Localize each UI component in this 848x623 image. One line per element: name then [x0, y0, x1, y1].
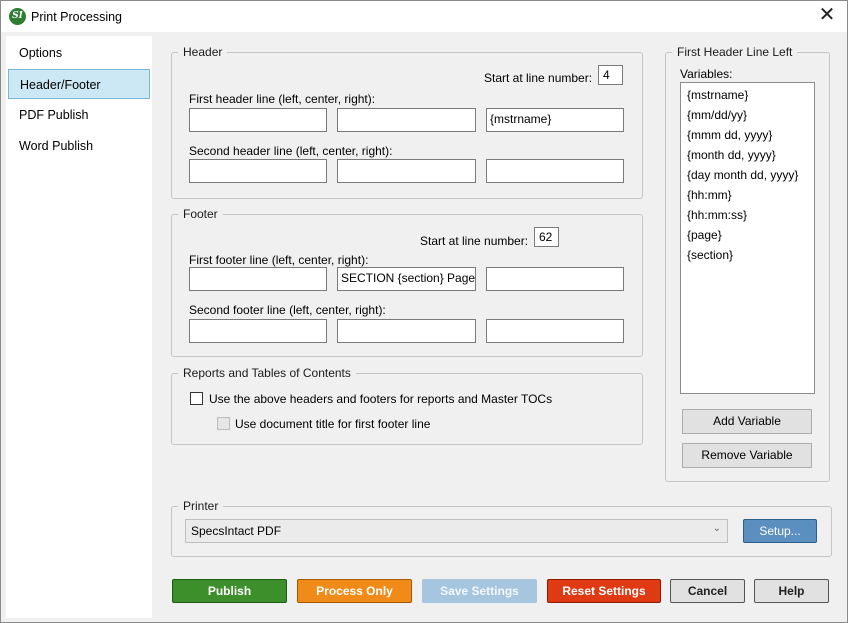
remove-variable-button[interactable]: Remove Variable — [682, 443, 812, 468]
first-header-center-input[interactable] — [337, 108, 476, 132]
second-footer-line-label: Second footer line (left, center, right)… — [189, 303, 386, 317]
window-title: Print Processing — [31, 10, 123, 24]
footer-start-label: Start at line number: — [420, 234, 529, 248]
reset-settings-button[interactable]: Reset Settings — [547, 579, 661, 603]
list-item[interactable]: {hh:mm:ss} — [687, 208, 747, 222]
process-only-button[interactable]: Process Only — [297, 579, 412, 603]
second-footer-right-input[interactable] — [486, 319, 624, 343]
title-bar: SI Print Processing ✕ — [1, 1, 847, 32]
header-start-line-input[interactable]: 4 — [598, 65, 623, 85]
sidebar-item-options[interactable]: Options — [8, 38, 150, 68]
printer-select[interactable]: SpecsIntact PDF ⌄ — [185, 519, 728, 543]
footer-legend: Footer — [183, 207, 218, 221]
second-footer-center-input[interactable] — [337, 319, 476, 343]
cancel-button[interactable]: Cancel — [670, 579, 745, 603]
printer-selected-value: SpecsIntact PDF — [191, 524, 282, 538]
first-footer-line-label: First footer line (left, center, right): — [189, 253, 369, 267]
add-variable-button[interactable]: Add Variable — [682, 409, 812, 434]
list-item[interactable]: {day month dd, yyyy} — [687, 168, 798, 182]
footer-start-line-input[interactable]: 62 — [534, 227, 559, 247]
second-header-right-input[interactable] — [486, 159, 624, 183]
help-button[interactable]: Help — [754, 579, 829, 603]
list-item[interactable]: {page} — [687, 228, 722, 242]
print-processing-window: SI Print Processing ✕ Options Header/Foo… — [0, 0, 848, 623]
use-doc-title-label: Use document title for first footer line — [235, 417, 431, 431]
first-footer-left-input[interactable] — [189, 267, 327, 291]
app-logo-icon: SI — [9, 8, 26, 25]
variables-panel-legend: First Header Line Left — [677, 45, 793, 59]
use-headers-checkbox[interactable] — [190, 392, 203, 405]
use-doc-title-checkbox[interactable] — [217, 417, 230, 430]
header-legend: Header — [183, 45, 223, 59]
second-header-line-label: Second header line (left, center, right)… — [189, 144, 393, 158]
use-headers-label: Use the above headers and footers for re… — [209, 392, 553, 406]
first-header-right-input[interactable]: {mstrname} — [486, 108, 624, 132]
save-settings-button[interactable]: Save Settings — [422, 579, 537, 603]
first-header-left-input[interactable] — [189, 108, 327, 132]
list-item[interactable]: {mm/dd/yy} — [687, 108, 747, 122]
sidebar-item-word-publish[interactable]: Word Publish — [8, 131, 150, 161]
printer-legend: Printer — [183, 499, 219, 513]
close-button[interactable]: ✕ — [807, 1, 847, 32]
reports-toc-legend: Reports and Tables of Contents — [183, 366, 351, 380]
sidebar-item-header-footer[interactable]: Header/Footer — [8, 69, 150, 99]
list-item[interactable]: {month dd, yyyy} — [687, 148, 776, 162]
variables-label: Variables: — [680, 67, 733, 81]
publish-button[interactable]: Publish — [172, 579, 287, 603]
variables-list[interactable]: {mstrname} {mm/dd/yy} {mmm dd, yyyy} {mo… — [680, 82, 815, 394]
first-footer-right-input[interactable] — [486, 267, 624, 291]
chevron-down-icon: ⌄ — [712, 523, 721, 534]
list-item[interactable]: {section} — [687, 248, 733, 262]
first-footer-center-input[interactable]: SECTION {section} Page { — [337, 267, 476, 291]
header-start-label: Start at line number: — [484, 71, 593, 85]
second-footer-left-input[interactable] — [189, 319, 327, 343]
list-item[interactable]: {hh:mm} — [687, 188, 732, 202]
close-icon: ✕ — [818, 4, 836, 26]
second-header-center-input[interactable] — [337, 159, 476, 183]
first-header-line-label: First header line (left, center, right): — [189, 92, 376, 106]
sidebar-item-pdf-publish[interactable]: PDF Publish — [8, 100, 150, 130]
list-item[interactable]: {mmm dd, yyyy} — [687, 128, 772, 142]
setup-button[interactable]: Setup... — [743, 519, 817, 543]
list-item[interactable]: {mstrname} — [687, 88, 748, 102]
sidebar: Options Header/Footer PDF Publish Word P… — [6, 36, 152, 618]
second-header-left-input[interactable] — [189, 159, 327, 183]
